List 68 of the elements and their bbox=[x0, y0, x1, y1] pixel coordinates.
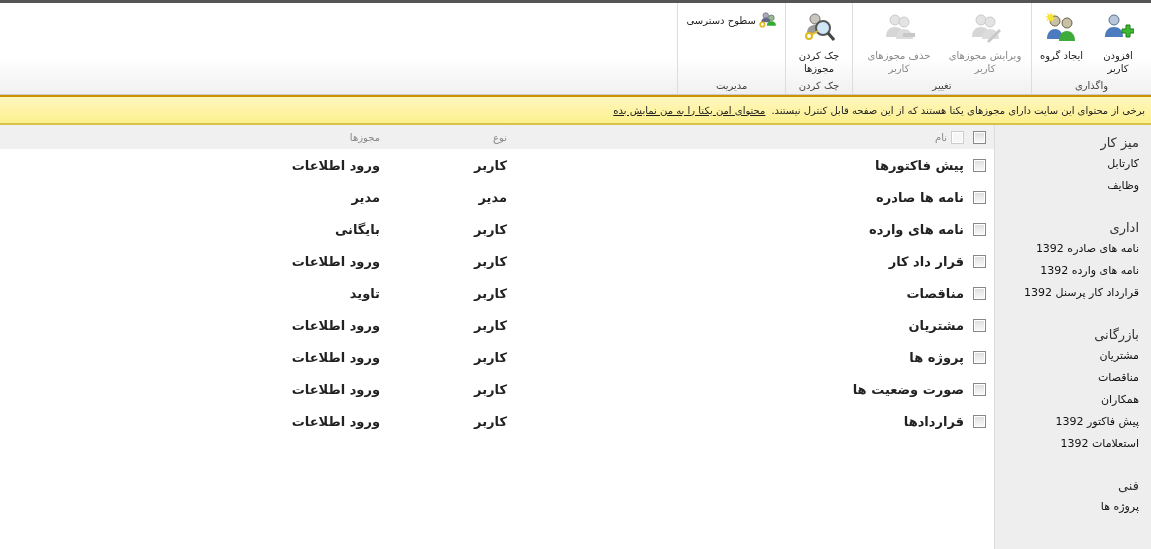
permission-level: ورود اطلاعات bbox=[291, 253, 380, 269]
checkbox[interactable] bbox=[972, 254, 986, 268]
list-name: پروژه ها bbox=[909, 349, 964, 365]
permission-level: ورود اطلاعات bbox=[291, 381, 380, 397]
people-icon bbox=[1045, 11, 1078, 43]
permission-level: بایگانی bbox=[334, 221, 380, 237]
checkbox[interactable] bbox=[972, 190, 986, 204]
people-icon bbox=[758, 11, 777, 29]
user-type: کاربر bbox=[474, 157, 507, 173]
permission-level: مدیر bbox=[351, 189, 380, 205]
ribbon-button[interactable]: ایجاد گروه bbox=[1035, 9, 1087, 64]
sidebar-link[interactable]: مناقصات bbox=[1097, 370, 1139, 385]
user-type: کاربر bbox=[474, 317, 507, 333]
checkbox[interactable] bbox=[972, 286, 986, 300]
list-name: نامه های وارده bbox=[869, 221, 964, 237]
sidebar-link[interactable]: مشتریان bbox=[1099, 348, 1139, 363]
user-type: کاربر bbox=[474, 413, 507, 429]
sidebar-link[interactable]: پیش فاکتور 1392 bbox=[1055, 414, 1139, 429]
user-type: کاربر bbox=[474, 285, 507, 301]
sidebar-heading: بازرگانی bbox=[1093, 327, 1139, 342]
group-label: مدیریت bbox=[714, 80, 749, 93]
column-header: نام bbox=[934, 131, 947, 143]
list-name: مناقصات bbox=[906, 285, 964, 301]
sidebar-link[interactable]: نامه های صادره 1392 bbox=[1035, 241, 1139, 256]
permission-level: ورود اطلاعات bbox=[291, 317, 380, 333]
sidebar-link[interactable]: قرارداد کار پرسنل 1392 bbox=[1024, 285, 1139, 300]
list-name: مشتریان bbox=[908, 317, 964, 333]
sidebar-link[interactable]: کارتابل bbox=[1107, 156, 1139, 171]
list-name: قراردادها bbox=[903, 413, 964, 429]
group-label: تغییر bbox=[930, 80, 953, 93]
notice-message: برخی از محتوای این سایت دارای مجوزهای یکتا هستند که از این صفحه قابل کنترل نیستند. bbox=[771, 104, 1145, 116]
sidebar-heading: میز کار bbox=[1099, 135, 1139, 150]
user-type: مدیر bbox=[478, 189, 507, 205]
checkbox[interactable] bbox=[972, 350, 986, 364]
sidebar-heading: اداری bbox=[1108, 220, 1139, 235]
group-label: چک کردن bbox=[797, 80, 841, 93]
list-name: نامه ها صادره bbox=[876, 189, 964, 205]
user-type: کاربر bbox=[474, 381, 507, 397]
ribbon-button[interactable]: سطوح دسترسی bbox=[682, 9, 781, 31]
checkbox[interactable] bbox=[972, 130, 986, 144]
checkbox[interactable] bbox=[972, 222, 986, 236]
ribbon-button[interactable]: افزودن کاربر bbox=[1089, 9, 1147, 77]
sidebar-link[interactable]: پروژه ها bbox=[1100, 499, 1139, 514]
list-name: پیش فاکتورها bbox=[875, 157, 964, 173]
checkbox[interactable] bbox=[972, 414, 986, 428]
user-type: کاربر bbox=[474, 221, 507, 237]
show-content-link[interactable]: محتوای امن یکتا را به من نمایش بده bbox=[613, 104, 766, 116]
sidebar-link[interactable]: استعلامات 1392 bbox=[1060, 436, 1139, 451]
sidebar-heading: فنی bbox=[1117, 478, 1139, 493]
sidebar-link[interactable]: همکاران bbox=[1100, 392, 1139, 407]
user-type: کاربر bbox=[474, 253, 507, 269]
column-header: مجوزها bbox=[349, 131, 380, 143]
people-icon bbox=[802, 11, 835, 43]
checkbox[interactable] bbox=[972, 158, 986, 172]
sidebar-link[interactable]: نامه های وارده 1392 bbox=[1040, 263, 1139, 278]
permission-level: ورود اطلاعات bbox=[291, 413, 380, 429]
checkbox[interactable] bbox=[972, 382, 986, 396]
permission-level: تاوید bbox=[349, 285, 380, 301]
permission-level: ورود اطلاعات bbox=[291, 157, 380, 173]
column-header: نوع bbox=[493, 131, 507, 143]
sidebar-link[interactable]: وظایف bbox=[1107, 178, 1139, 193]
list-name: صورت وضعیت ها bbox=[852, 381, 964, 397]
user-type: کاربر bbox=[474, 349, 507, 365]
checkbox[interactable] bbox=[972, 318, 986, 332]
list-name: قرار داد کار bbox=[888, 253, 964, 269]
ribbon-button[interactable]: چک کردن مجوزها bbox=[789, 9, 848, 77]
permission-level: ورود اطلاعات bbox=[291, 349, 380, 365]
group-label: واگذاری bbox=[1073, 80, 1109, 94]
